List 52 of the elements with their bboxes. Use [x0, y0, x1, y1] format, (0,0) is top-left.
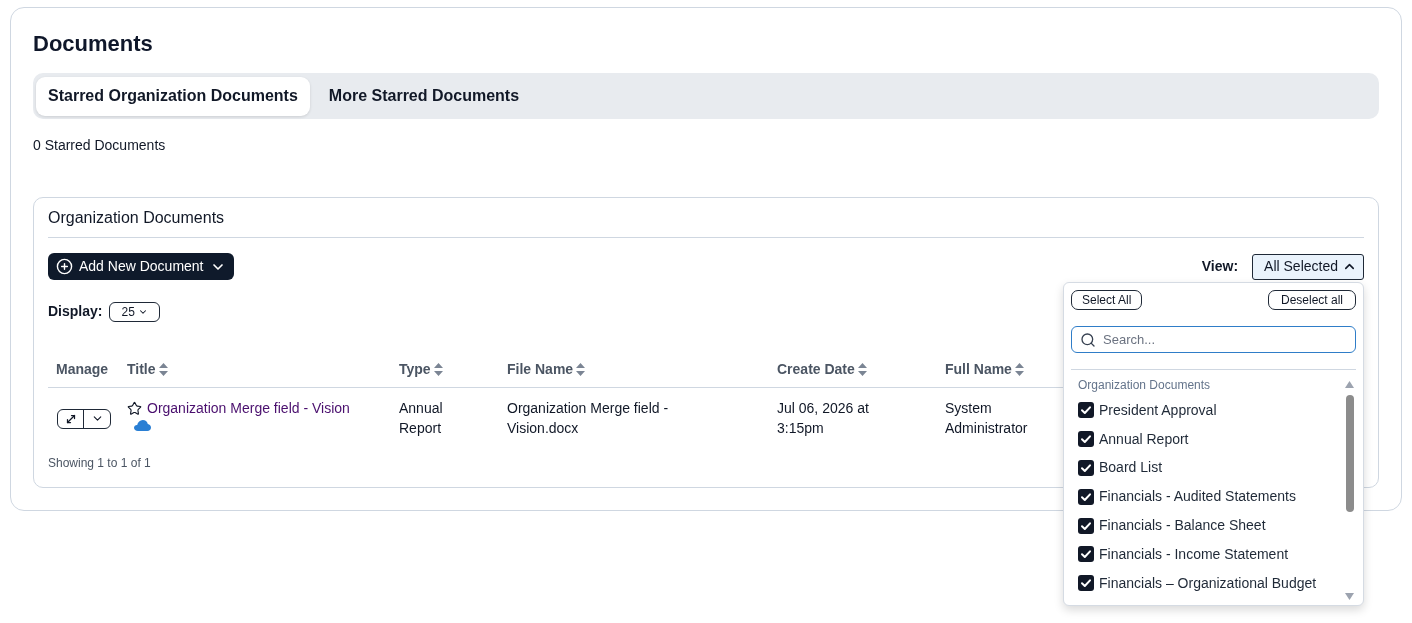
deselect-all-button[interactable]: Deselect all	[1267, 290, 1356, 310]
checkbox-checked-icon[interactable]	[1078, 575, 1094, 592]
filter-option[interactable]: Financials - Audited Statements	[1078, 482, 1296, 512]
sort-icon[interactable]	[857, 363, 867, 376]
type-cell-text: Annual Report	[399, 399, 444, 438]
create-date-cell-text: Jul 06, 2026 at 3:15pm	[777, 399, 870, 438]
expand-icon[interactable]	[64, 412, 77, 425]
sort-icon[interactable]	[158, 363, 168, 376]
starred-count: 0 Starred Documents	[33, 136, 166, 155]
checkbox-checked-icon[interactable]	[1078, 517, 1094, 534]
document-title-link[interactable]: Organization Merge field - Vision	[147, 398, 350, 418]
full-name-cell-text: System Administrator	[945, 399, 1029, 438]
checkbox-checked-icon[interactable]	[1078, 431, 1094, 448]
tab[interactable]: More Starred Documents	[316, 76, 532, 116]
panel-title: Organization Documents	[48, 208, 225, 228]
sort-icon[interactable]	[1014, 363, 1024, 376]
table-footer-text: Showing 1 to 1 of 1	[48, 455, 151, 471]
plus-circle-icon	[56, 258, 73, 275]
filter-option[interactable]: Financials - Income Statement	[1078, 540, 1289, 569]
filter-option[interactable]: Annual Report	[1078, 424, 1189, 454]
checkbox-checked-icon[interactable]	[1078, 460, 1094, 476]
page-size-select[interactable]: 25	[109, 301, 160, 322]
column-header[interactable]: Full Name	[945, 359, 1024, 380]
select-all-button[interactable]: Select All	[1071, 290, 1143, 310]
scrollbar-thumb[interactable]	[1346, 395, 1354, 512]
column-header[interactable]: Title	[127, 359, 168, 380]
filter-option[interactable]: Board List	[1078, 453, 1163, 483]
column-header[interactable]: Type	[399, 359, 443, 380]
file-name-cell-text: Organization Merge field - Vision.docx	[507, 399, 670, 438]
group-label: Organization Documents	[1078, 377, 1211, 393]
checkbox-checked-icon[interactable]	[1078, 546, 1094, 563]
checkbox-checked-icon[interactable]	[1078, 402, 1094, 419]
filter-option[interactable]: Financials – Organizational Budget	[1078, 568, 1317, 598]
star-icon[interactable]	[127, 400, 142, 416]
filter-option[interactable]: Financials - Balance Sheet	[1078, 511, 1266, 540]
cloud-icon	[134, 420, 151, 431]
column-header: Manage	[56, 360, 109, 379]
view-dropdown-button[interactable]: All Selected	[1252, 253, 1364, 280]
manage-button-group[interactable]	[57, 408, 111, 429]
view-label: View:	[1201, 257, 1239, 276]
column-header[interactable]: Create Date	[777, 359, 867, 380]
sort-icon[interactable]	[433, 363, 443, 376]
page-title: Documents	[33, 30, 153, 58]
add-document-button[interactable]: Add New Document	[48, 253, 234, 280]
checkbox-checked-icon[interactable]	[1078, 488, 1094, 505]
tab[interactable]: Starred Organization Documents	[36, 76, 310, 116]
sort-icon[interactable]	[576, 363, 586, 376]
search-icon	[1080, 331, 1096, 348]
filter-option[interactable]: President Approval	[1078, 396, 1217, 425]
column-header[interactable]: File Name	[507, 359, 586, 380]
search-field[interactable]: Search...	[1071, 326, 1356, 353]
display-label: Display:	[48, 302, 103, 321]
